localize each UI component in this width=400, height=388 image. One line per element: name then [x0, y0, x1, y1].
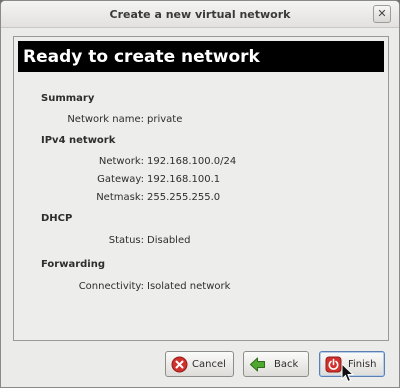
close-button[interactable]: ✕: [373, 5, 391, 23]
dhcp-status-value: Disabled: [147, 235, 191, 246]
section-forwarding-title: Forwarding: [41, 259, 106, 270]
network-label: Network:: [98, 156, 144, 167]
back-button[interactable]: Back: [243, 351, 309, 377]
power-icon: [325, 356, 342, 373]
close-icon: ✕: [377, 7, 387, 20]
dhcp-status-label: Status:: [108, 235, 144, 246]
page-title: Ready to create network: [23, 47, 260, 67]
window-title: Create a new virtual network: [109, 8, 291, 21]
gateway-label: Gateway:: [97, 174, 144, 185]
dialog-window: Create a new virtual network ✕ Ready to …: [0, 0, 400, 388]
connectivity-value: Isolated network: [147, 281, 231, 292]
button-bar: Cancel Back Finish: [1, 345, 399, 385]
network-name-value: private: [147, 114, 183, 125]
content-panel: Ready to create network Summary Network …: [13, 36, 389, 341]
back-arrow-icon: [250, 357, 265, 372]
section-summary-title: Summary: [41, 93, 95, 104]
connectivity-label: Connectivity:: [78, 281, 144, 292]
cancel-icon: [171, 356, 188, 373]
header-banner: Ready to create network: [18, 41, 384, 72]
cancel-button[interactable]: Cancel: [165, 351, 234, 377]
mouse-pointer-icon: [341, 363, 355, 383]
network-name-label: Network name:: [67, 114, 144, 125]
title-bar[interactable]: Create a new virtual network ✕: [1, 1, 399, 28]
back-label: Back: [274, 359, 299, 370]
section-dhcp-title: DHCP: [41, 213, 73, 224]
gateway-value: 192.168.100.1: [147, 174, 221, 185]
section-ipv4-title: IPv4 network: [41, 135, 116, 146]
netmask-label: Netmask:: [96, 192, 144, 203]
network-value: 192.168.100.0/24: [147, 156, 237, 167]
cancel-label: Cancel: [192, 359, 226, 370]
netmask-value: 255.255.255.0: [147, 192, 221, 203]
